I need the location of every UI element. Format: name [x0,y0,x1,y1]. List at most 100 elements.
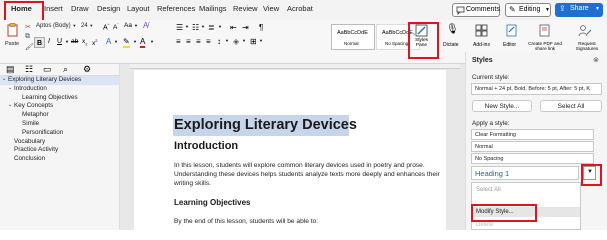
tab-draw[interactable]: Draw [71,4,89,13]
cut-icon[interactable]: ✂ [25,23,31,31]
search-icon[interactable]: ⌕ [63,64,68,75]
change-case-icon[interactable]: Aa [124,22,132,29]
share-button[interactable]: ⇪ Share ▼ [555,3,603,17]
superscript-icon[interactable]: x2 [92,38,97,47]
request-signatures-label[interactable]: Request Signatures [568,41,606,51]
nav-item-practice-activity[interactable]: Practice Activity [14,146,58,153]
line-spacing-icon[interactable]: ↕ [217,37,221,46]
nav-item-personification[interactable]: Personification [22,129,63,136]
signature-icon[interactable] [578,24,592,37]
chevron-down-icon: ▼ [150,39,154,44]
navigation-pane: ▤ ☷ ▭ ⌕ ⚙ ⌄ Exploring Literary Devices ⌄… [0,64,120,230]
styles-pane-label: Styles Pane [414,38,429,48]
pencil-icon: ✎ [509,5,516,14]
shading-icon[interactable]: ◈ [233,37,239,46]
decrease-indent-icon[interactable]: ⇤ [230,23,237,32]
align-right-icon[interactable]: ≡ [196,37,201,46]
font-name-select[interactable]: Aptos (Body) ▼ [36,23,80,33]
align-left-icon[interactable]: ≡ [176,37,181,46]
style-normal-tile[interactable]: AaBbCcDdE Normal [331,24,375,50]
chevron-down-icon[interactable]: ⌄ [8,102,12,108]
tab-design[interactable]: Design [97,4,120,13]
editing-button[interactable]: ✎ Editing ▼ [505,3,551,17]
style-normal[interactable]: Normal [471,141,594,152]
paste-icon[interactable] [6,23,20,37]
pages-view-icon[interactable]: ▭ [43,64,52,75]
heading-learning-objectives[interactable]: Learning Objectives [174,198,250,207]
styles-pane-button[interactable]: Styles Pane [410,24,433,54]
new-style-button[interactable]: New Style... [472,100,532,112]
subscript-icon[interactable]: x2 [82,38,87,46]
close-icon[interactable]: ⊗ [593,56,599,64]
bullets-icon[interactable]: ☰ [176,23,183,32]
grow-font-icon[interactable]: A^ [103,22,110,31]
microphone-icon[interactable]: 🎙 [446,24,459,35]
current-style-field[interactable]: Normal + 24 pt, Bold, Before: 5 pt, Afte… [471,83,602,95]
bold-icon[interactable]: B [34,37,45,48]
nav-item-metaphor[interactable]: Metaphor [22,111,49,118]
style-heading-1[interactable]: Heading 1 [471,166,579,180]
underline-icon[interactable]: U [57,38,62,45]
numbering-icon[interactable]: ☷ [192,23,199,32]
tab-review[interactable]: Review [233,4,258,13]
increase-indent-icon[interactable]: ⇥ [242,23,249,32]
menu-item-delete[interactable]: Delete [476,222,493,228]
nav-item-key-concepts[interactable]: Key Concepts [14,102,53,109]
shrink-font-icon[interactable]: Aˇ [113,22,119,31]
format-painter-icon[interactable]: 🖌 [25,43,34,51]
comments-button[interactable]: Comments [452,3,500,17]
style-clear-formatting[interactable]: Clear Formatting [471,129,594,140]
sidebar-toggle-icon[interactable]: ▤ [6,64,15,75]
nav-item-introduction[interactable]: Introduction [14,85,47,92]
font-color-icon[interactable]: A [140,37,146,48]
style-no-spacing[interactable]: No Spacing [471,153,594,164]
tab-references[interactable]: References [157,4,195,13]
show-formatting-icon[interactable]: ¶ [259,23,263,32]
headings-view-icon[interactable]: ☷ [25,64,33,75]
dictate-label[interactable]: Dictate [443,42,459,48]
document-page[interactable]: Exploring Literary Devices Introduction … [134,70,446,240]
tab-home[interactable]: Home [11,4,32,13]
objectives-paragraph[interactable]: By the end of this lesson, students will… [174,218,318,225]
nav-item-learning-objectives[interactable]: Learning Objectives [22,94,78,101]
nav-item-exploring-literary-devices[interactable]: Exploring Literary Devices [8,76,81,83]
editor-label[interactable]: Editor [503,42,516,48]
copy-icon[interactable]: ⧉ [25,33,30,41]
menu-item-select-all[interactable]: Select All [476,187,501,193]
tab-view[interactable]: View [263,4,279,13]
align-center-icon[interactable]: ≡ [186,37,191,46]
tab-layout[interactable]: Layout [127,4,150,13]
borders-icon[interactable]: ⊞ [250,37,257,46]
addins-label[interactable]: Add-ins [473,42,490,48]
create-pdf-label[interactable]: Create PDF and share link [523,41,567,51]
tab-insert[interactable]: Insert [44,4,63,13]
multilevel-list-icon[interactable]: ≣ [208,23,215,32]
italic-icon[interactable]: I [48,38,50,45]
chevron-down-icon[interactable]: ⌄ [8,85,12,91]
font-size-select[interactable]: 24 ▼ [81,23,101,33]
justify-icon[interactable]: ≡ [206,37,211,46]
nav-item-simile[interactable]: Simile [22,120,39,127]
create-pdf-icon[interactable] [538,24,551,37]
addins-icon[interactable] [475,24,488,37]
document-title[interactable]: Exploring Literary Devices [174,117,357,133]
styles-pane: Styles ⊗ Current style: Normal + 24 pt, … [465,52,607,230]
intro-paragraph[interactable]: In this lesson, students will explore co… [174,161,444,188]
heading-introduction[interactable]: Introduction [174,140,238,152]
settings-icon[interactable]: ⚙ [83,64,91,75]
tab-acrobat[interactable]: Acrobat [287,4,313,13]
tab-mailings[interactable]: Mailings [199,4,227,13]
chevron-down-icon: ▼ [133,39,137,44]
nav-item-conclusion[interactable]: Conclusion [14,155,45,162]
strikethrough-icon[interactable]: ab [71,38,78,45]
select-all-button[interactable]: Select All [540,100,602,112]
highlight-icon[interactable]: ✎ [123,37,130,48]
chevron-down-icon: ▼ [225,38,229,43]
chevron-down-icon[interactable]: ⌄ [2,76,6,82]
share-icon: ⇪ [559,4,566,13]
nav-item-vocabulary[interactable]: Vocabulary [14,138,45,145]
clear-formatting-icon[interactable]: A̸ [143,21,148,30]
text-effects-icon[interactable]: A [106,37,111,46]
editor-icon[interactable] [505,24,518,37]
heading-dropdown-button[interactable]: ▼ [583,166,596,180]
